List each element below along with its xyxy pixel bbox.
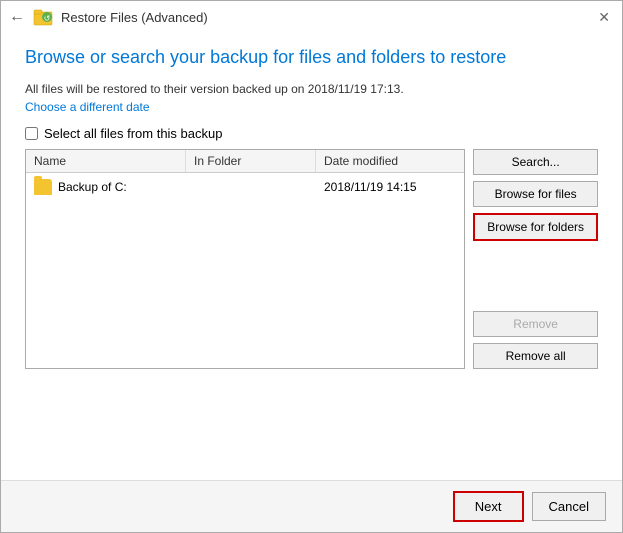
col-folder-header: In Folder: [186, 150, 316, 172]
file-list-body: Backup of C: 2018/11/19 14:15: [26, 173, 464, 368]
svg-text:↺: ↺: [44, 14, 51, 23]
file-name: Backup of C:: [58, 180, 127, 194]
table-row[interactable]: Backup of C: 2018/11/19 14:15: [26, 173, 464, 201]
title-bar-left: ← ↺ Restore Files (Advanced): [9, 7, 208, 27]
file-cell-name: Backup of C:: [26, 177, 186, 197]
bottom-bar: Next Cancel: [1, 480, 622, 532]
search-button[interactable]: Search...: [473, 149, 598, 175]
remove-button[interactable]: Remove: [473, 311, 598, 337]
file-cell-folder: [186, 185, 316, 189]
app-icon: ↺: [33, 7, 53, 27]
next-button[interactable]: Next: [453, 491, 524, 522]
select-all-checkbox[interactable]: [25, 127, 38, 140]
browse-folders-button[interactable]: Browse for folders: [473, 213, 598, 241]
browse-files-button[interactable]: Browse for files: [473, 181, 598, 207]
select-all-label: Select all files from this backup: [44, 126, 222, 141]
info-text: All files will be restored to their vers…: [25, 82, 598, 96]
content-area: Browse or search your backup for files a…: [1, 31, 622, 480]
table-header: Name In Folder Date modified: [26, 150, 464, 173]
window-title: Restore Files (Advanced): [61, 10, 208, 25]
page-heading: Browse or search your backup for files a…: [25, 47, 598, 68]
title-bar: ← ↺ Restore Files (Advanced) ✕: [1, 1, 622, 31]
spacer: [25, 369, 598, 480]
back-button[interactable]: ←: [9, 8, 25, 26]
select-all-row: Select all files from this backup: [25, 126, 598, 141]
cancel-button[interactable]: Cancel: [532, 492, 606, 521]
remove-all-button[interactable]: Remove all: [473, 343, 598, 369]
window: ← ↺ Restore Files (Advanced) ✕ Browse or…: [0, 0, 623, 533]
file-list-panel: Name In Folder Date modified Backup of C…: [25, 149, 465, 369]
btn-spacer: [473, 247, 598, 305]
col-date-header: Date modified: [316, 150, 464, 172]
col-name-header: Name: [26, 150, 186, 172]
folder-icon: [34, 179, 52, 195]
close-button[interactable]: ✕: [594, 9, 614, 26]
main-area: Name In Folder Date modified Backup of C…: [25, 149, 598, 369]
file-cell-date: 2018/11/19 14:15: [316, 178, 464, 196]
button-panel: Search... Browse for files Browse for fo…: [473, 149, 598, 369]
choose-date-link[interactable]: Choose a different date: [25, 100, 598, 114]
